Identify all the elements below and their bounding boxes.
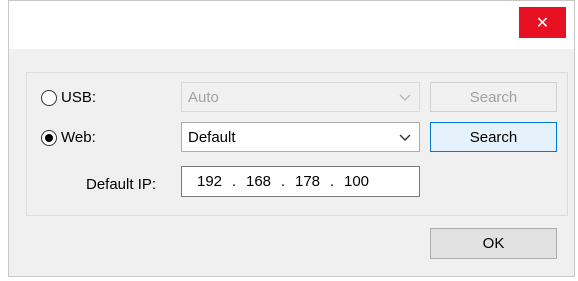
usb-search-label: Search [469, 88, 518, 106]
web-search-label: Search [469, 128, 518, 146]
chevron-down-icon [399, 94, 411, 101]
ip-octet-3[interactable]: 178 [289, 173, 326, 190]
ip-separator: . [280, 173, 286, 190]
ip-separator: . [329, 173, 335, 190]
title-bar: ✕ [9, 1, 574, 49]
web-select-value: Default [188, 128, 236, 146]
chevron-down-icon [399, 134, 411, 141]
usb-radio-indicator[interactable] [41, 89, 57, 106]
ok-label: OK [482, 235, 505, 252]
usb-radio[interactable]: USB: [41, 89, 96, 106]
usb-label: USB: [61, 89, 97, 106]
web-search-button[interactable]: Search [430, 122, 557, 152]
default-ip-input[interactable]: 192 . 168 . 178 . 100 [181, 166, 420, 197]
usb-select-value: Auto [188, 88, 219, 106]
usb-device-select[interactable]: Auto [181, 82, 420, 112]
close-icon: ✕ [535, 14, 550, 32]
ip-octet-1[interactable]: 192 [191, 173, 228, 190]
ok-button[interactable]: OK [430, 228, 557, 259]
web-label: Web: [61, 129, 96, 146]
ip-separator: . [231, 173, 237, 190]
close-button[interactable]: ✕ [519, 7, 566, 38]
ip-octet-4[interactable]: 100 [338, 173, 375, 190]
usb-search-button[interactable]: Search [430, 82, 557, 112]
default-ip-label: Default IP: [86, 176, 157, 193]
web-radio-indicator[interactable] [41, 129, 57, 146]
ip-octet-2[interactable]: 168 [240, 173, 277, 190]
web-radio[interactable]: Web: [41, 129, 96, 146]
web-device-select[interactable]: Default [181, 122, 420, 152]
